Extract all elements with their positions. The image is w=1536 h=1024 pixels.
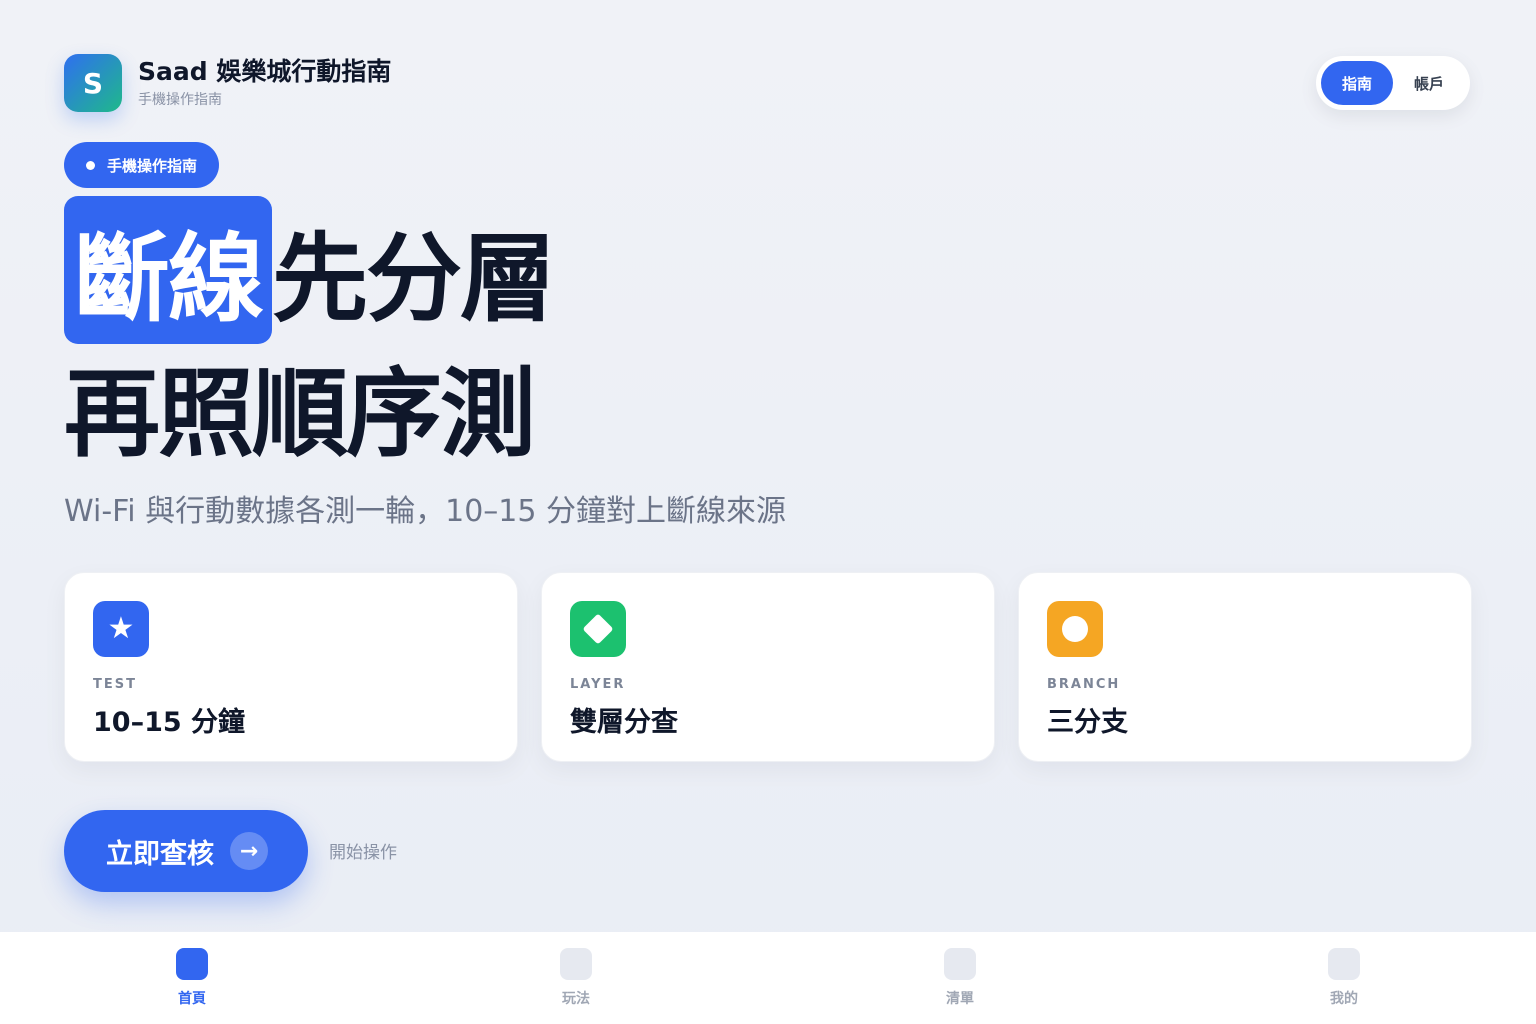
dot-icon bbox=[86, 160, 95, 170]
play-icon bbox=[560, 948, 592, 980]
card-value: 雙層分查 bbox=[570, 707, 678, 738]
star-icon: ★ bbox=[93, 601, 149, 657]
card-kicker: TEST bbox=[93, 677, 137, 692]
hero-line1-text: 先分層 bbox=[272, 222, 556, 335]
app-title: Saad 娛樂城行動指南 bbox=[138, 57, 392, 86]
tab-label: 清單 bbox=[946, 991, 974, 1007]
cta-label: 立即查核 bbox=[106, 838, 214, 870]
app-subtitle: 手機操作指南 bbox=[138, 92, 222, 108]
card-test[interactable]: ★ TEST 10–15 分鐘 bbox=[64, 572, 518, 762]
tab-label: 玩法 bbox=[562, 991, 590, 1007]
arrow-right-icon: → bbox=[230, 832, 268, 870]
card-layer[interactable]: LAYER 雙層分查 bbox=[541, 572, 995, 762]
tab-label: 我的 bbox=[1330, 991, 1358, 1007]
segment-account[interactable]: 帳戶 bbox=[1393, 61, 1465, 105]
segmented-control: 指南 帳戶 bbox=[1316, 56, 1470, 110]
tab-home[interactable]: 首頁 bbox=[132, 948, 252, 1008]
segment-guide[interactable]: 指南 bbox=[1321, 61, 1393, 105]
start-check-button[interactable]: 立即查核 → bbox=[64, 810, 308, 892]
home-icon bbox=[176, 948, 208, 980]
app-header: S Saad 娛樂城行動指南 手機操作指南 bbox=[64, 54, 391, 112]
hero-highlight: 斷線 bbox=[64, 196, 272, 344]
tab-profile[interactable]: 我的 bbox=[1284, 948, 1404, 1008]
cta-side-text: 開始操作 bbox=[329, 843, 397, 863]
diamond-icon bbox=[570, 601, 626, 657]
section-pill: 手機操作指南 bbox=[64, 142, 220, 188]
hero-subtitle: Wi-Fi 與行動數據各測一輪，10–15 分鐘對上斷線來源 bbox=[64, 494, 786, 529]
profile-icon bbox=[1328, 948, 1360, 980]
card-value: 三分支 bbox=[1047, 707, 1128, 738]
card-kicker: BRANCH bbox=[1047, 677, 1121, 692]
brand: Saad 娛樂城行動指南 手機操作指南 bbox=[138, 57, 391, 109]
list-icon bbox=[944, 948, 976, 980]
tab-list[interactable]: 清單 bbox=[900, 948, 1020, 1008]
hero-line-1: 斷線 先分層 bbox=[64, 196, 556, 344]
tab-label: 首頁 bbox=[178, 991, 206, 1007]
bottom-tab-bar: 首頁 玩法 清單 我的 bbox=[0, 932, 1536, 1024]
hero-line2-text: 再照順序測 bbox=[64, 357, 536, 470]
card-branch[interactable]: BRANCH 三分支 bbox=[1018, 572, 1472, 762]
hero-heading: 斷線 先分層 再照順序測 bbox=[64, 196, 556, 470]
card-value: 10–15 分鐘 bbox=[93, 707, 246, 738]
info-cards: ★ TEST 10–15 分鐘 LAYER 雙層分查 BRANCH 三分支 bbox=[64, 572, 1472, 762]
circle-icon bbox=[1047, 601, 1103, 657]
card-kicker: LAYER bbox=[570, 677, 626, 692]
tab-play[interactable]: 玩法 bbox=[516, 948, 636, 1008]
app-logo[interactable]: S bbox=[64, 54, 122, 112]
hero-line-2: 再照順序測 bbox=[64, 340, 554, 470]
pill-label: 手機操作指南 bbox=[107, 156, 198, 175]
